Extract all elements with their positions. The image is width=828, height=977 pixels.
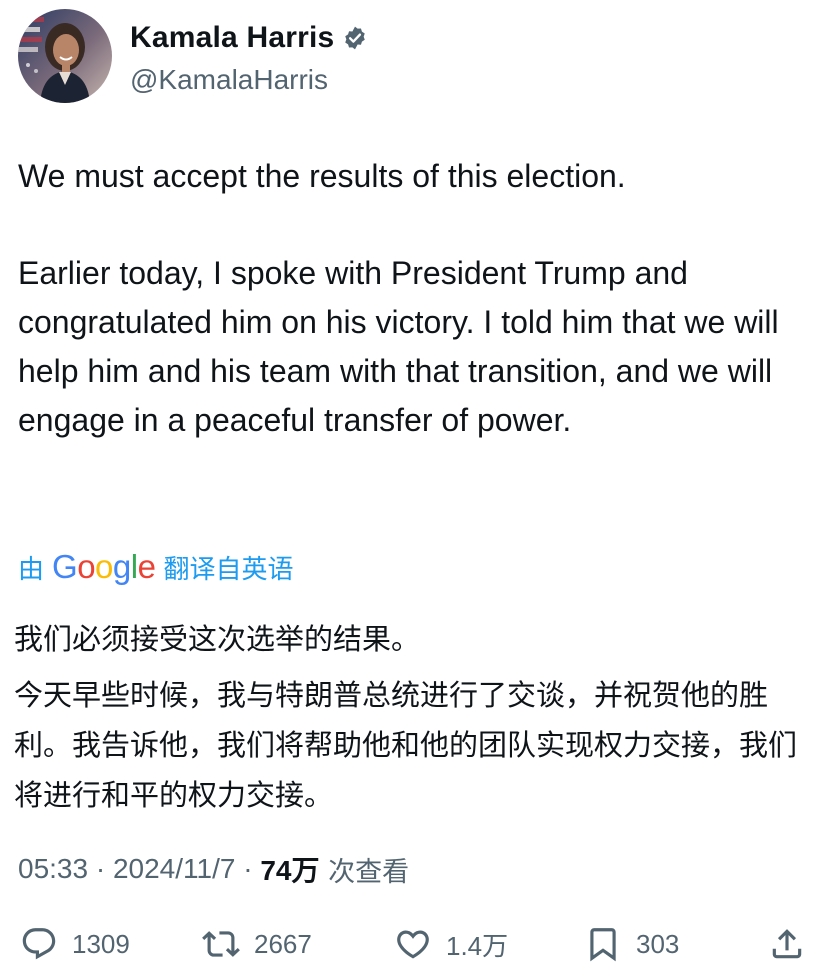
retweet-count: 2667 xyxy=(254,928,312,959)
translated-body: 我们必须接受这次选举的结果。 今天早些时候，我与特朗普总统进行了交谈，并祝贺他的… xyxy=(14,614,814,820)
meta-separator: · xyxy=(235,853,261,884)
translation-suffix: 翻译自英语 xyxy=(163,554,294,585)
reply-button[interactable]: 1309 xyxy=(20,916,130,972)
tweet-time[interactable]: 05:33 xyxy=(18,853,88,885)
heart-icon xyxy=(397,930,429,959)
tweet-meta: 05:33 · 2024/11/7 · 74万 次查看 xyxy=(18,846,409,892)
share-button[interactable] xyxy=(768,916,806,972)
reply-icon xyxy=(22,928,56,960)
tweet-body: We must accept the results of this elect… xyxy=(18,152,808,445)
name-row: Kamala Harris xyxy=(130,16,368,60)
display-name[interactable]: Kamala Harris xyxy=(130,21,334,55)
bookmark-icon xyxy=(590,928,616,962)
bookmark-button[interactable]: 303 xyxy=(584,916,679,972)
action-bar: 1309 2667 1.4万 303 xyxy=(0,916,828,972)
views-count[interactable]: 74万 xyxy=(260,849,319,889)
like-count: 1.4万 xyxy=(446,930,509,961)
reply-count: 1309 xyxy=(72,928,130,959)
avatar[interactable] xyxy=(18,9,112,103)
avatar-image xyxy=(18,9,112,103)
share-icon xyxy=(772,929,802,959)
translated-paragraph: 我们必须接受这次选举的结果。 xyxy=(14,622,421,656)
verified-badge-icon xyxy=(342,25,368,51)
translation-attribution[interactable]: 由 Google 翻译自英语 xyxy=(18,545,293,589)
bookmark-count: 303 xyxy=(636,928,680,959)
tweet-date[interactable]: 2024/11/7 xyxy=(113,853,236,885)
translated-paragraph: 今天早些时候，我与特朗普总统进行了交谈，并祝贺他的胜利。我告诉他，我们将帮助他和… xyxy=(14,678,798,812)
google-logo: Google xyxy=(52,548,156,585)
like-button[interactable]: 1.4万 xyxy=(394,916,508,972)
tweet-header: Kamala Harris @KamalaHarris xyxy=(18,8,368,104)
translation-prefix: 由 xyxy=(18,554,45,585)
tweet-paragraph: We must accept the results of this elect… xyxy=(18,158,626,194)
tweet-paragraph: Earlier today, I spoke with President Tr… xyxy=(18,255,779,438)
user-handle[interactable]: @KamalaHarris xyxy=(130,64,368,96)
retweet-button[interactable]: 2667 xyxy=(202,916,312,972)
views-label: 次查看 xyxy=(319,856,410,888)
user-block: Kamala Harris @KamalaHarris xyxy=(130,16,368,96)
retweet-icon xyxy=(202,931,240,957)
meta-separator: · xyxy=(88,853,113,884)
